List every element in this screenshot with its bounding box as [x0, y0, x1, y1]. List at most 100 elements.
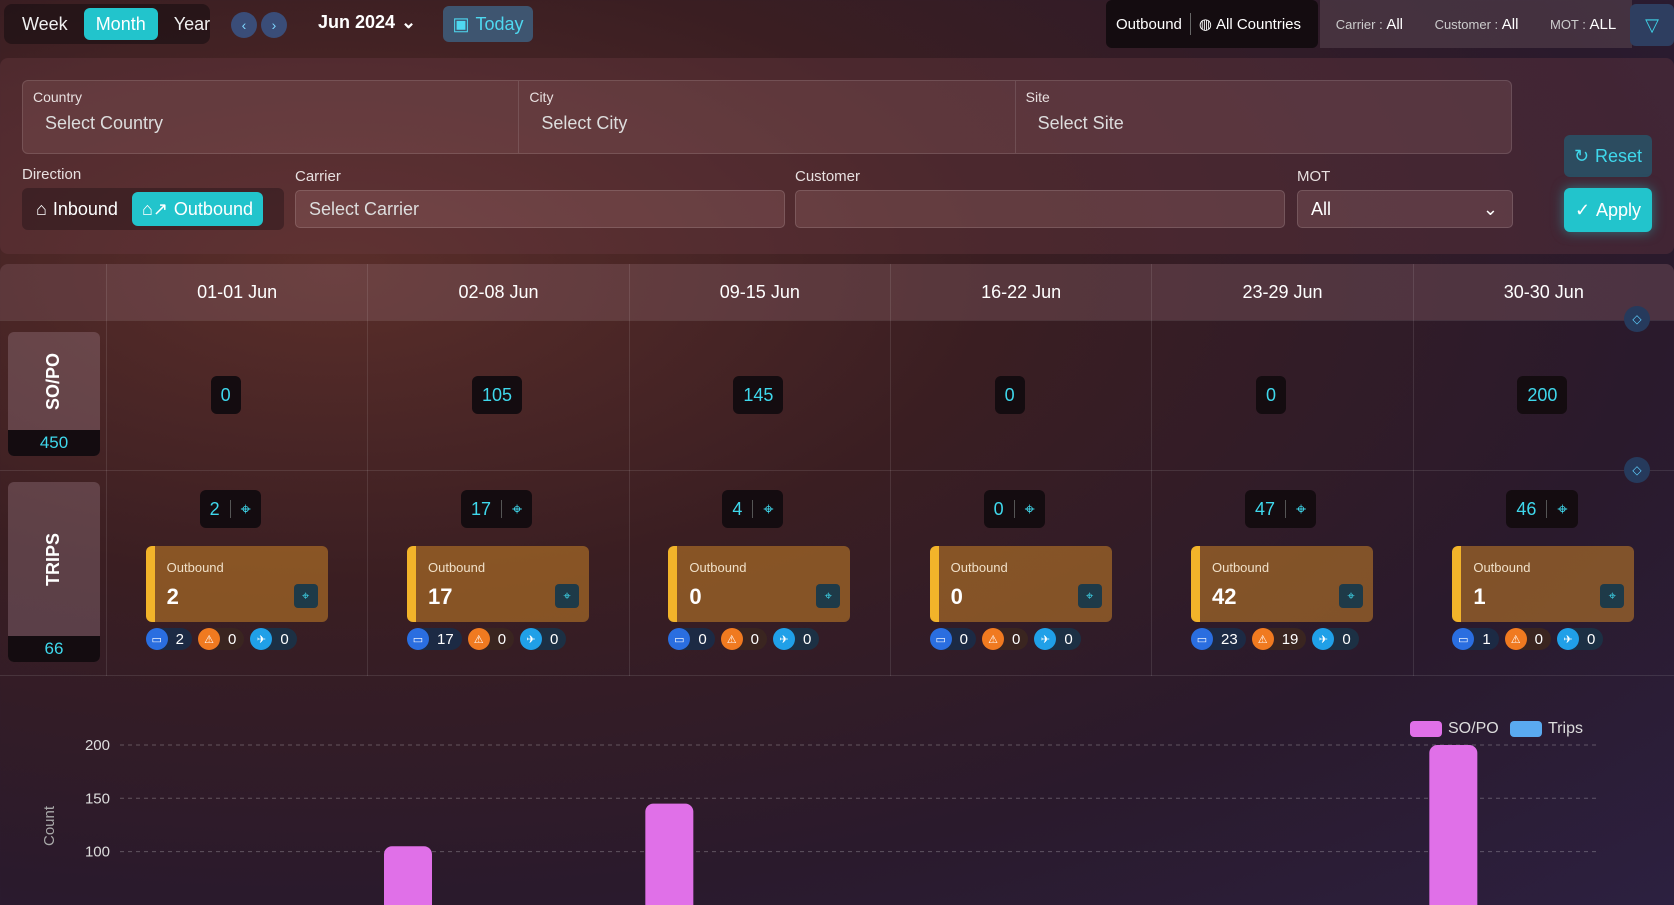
summary-mot: MOT : ALL: [1550, 16, 1616, 33]
sopo-count-badge[interactable]: 0: [994, 376, 1025, 414]
outbound-card[interactable]: Outbound 0 ⌖: [929, 546, 1112, 622]
alert-chip[interactable]: ⚠ 0: [467, 628, 515, 650]
country-label: Country: [33, 89, 83, 105]
truck-chip[interactable]: ▭ 1: [1452, 628, 1499, 650]
truck-count: 0: [698, 630, 707, 648]
flight-chip[interactable]: ✈ 0: [520, 628, 567, 650]
flight-chip[interactable]: ✈ 0: [773, 628, 820, 650]
warehouse-outbound-icon: ⌂↗: [141, 198, 168, 219]
collapse-trips-button[interactable]: ◇: [1624, 457, 1650, 483]
view-month-button[interactable]: Month: [83, 8, 158, 40]
sopo-count-badge[interactable]: 0: [1256, 376, 1287, 414]
summary-carrier: Carrier : All: [1336, 16, 1403, 33]
warning-icon: ⚠: [1251, 628, 1274, 650]
mode-chips: ▭ 23 ⚠ 19 ✈ 0: [1191, 628, 1359, 650]
flight-chip[interactable]: ✈ 0: [1034, 628, 1081, 650]
view-year-button[interactable]: Year: [162, 8, 222, 40]
card-title: Outbound: [1212, 560, 1270, 575]
site-select[interactable]: Site Select Site: [1016, 81, 1511, 153]
outbound-card[interactable]: Outbound 42 ⌖: [1191, 546, 1373, 622]
view-switcher: Week Month Year: [4, 4, 210, 44]
sopo-count-badge[interactable]: 0: [210, 376, 241, 414]
prev-period-button[interactable]: ‹: [231, 12, 257, 38]
column-header: 09-15 Jun: [628, 264, 890, 320]
inbound-label: Inbound: [52, 198, 118, 219]
trips-count-badge[interactable]: 46 ⌖: [1506, 490, 1578, 528]
sopo-count-badge[interactable]: 105: [472, 376, 523, 414]
map-pin-icon[interactable]: ⌖: [1077, 584, 1102, 608]
alert-count: 0: [497, 630, 507, 648]
card-title: Outbound: [950, 560, 1008, 575]
map-pin-icon[interactable]: ⌖: [555, 584, 579, 608]
outbound-button[interactable]: ⌂↗ Outbound: [131, 192, 263, 226]
carrier-select[interactable]: Select Carrier: [295, 190, 785, 228]
map-pin-icon[interactable]: ⌖: [1339, 584, 1363, 608]
alert-chip[interactable]: ⚠ 0: [720, 628, 768, 650]
map-pin-icon[interactable]: ⌖: [1600, 584, 1625, 608]
card-value: 0: [950, 584, 963, 609]
collapse-sopo-button[interactable]: ◇: [1624, 306, 1650, 332]
view-week-button[interactable]: Week: [10, 8, 80, 40]
reset-button[interactable]: ↻ Reset: [1564, 135, 1652, 177]
alert-chip[interactable]: ⚠ 19: [1251, 628, 1307, 650]
trips-count-badge[interactable]: 0 ⌖: [983, 490, 1045, 528]
flight-chip[interactable]: ✈ 0: [1557, 628, 1604, 650]
city-select[interactable]: City Select City: [519, 81, 1016, 153]
mot-label: MOT: [1297, 168, 1331, 185]
sopo-count-badge[interactable]: 200: [1517, 376, 1568, 414]
trips-count: 46: [1516, 498, 1537, 519]
alert-chip[interactable]: ⚠ 0: [198, 628, 245, 650]
apply-button[interactable]: ✓ Apply: [1564, 188, 1652, 232]
map-pin-icon[interactable]: ⌖: [816, 584, 841, 608]
truck-chip[interactable]: ▭ 0: [668, 628, 715, 650]
legend-label-sopo: SO/PO: [1448, 720, 1499, 737]
period-label: Jun 2024: [318, 12, 396, 32]
divider: [501, 500, 503, 518]
today-button[interactable]: ▣ Today: [443, 6, 533, 42]
outbound-card[interactable]: Outbound 1 ⌖: [1452, 546, 1635, 622]
trips-count-badge[interactable]: 47 ⌖: [1245, 490, 1317, 528]
truck-chip[interactable]: ▭ 0: [929, 628, 976, 650]
flight-chip[interactable]: ✈ 0: [1312, 628, 1359, 650]
alert-chip[interactable]: ⚠ 0: [982, 628, 1029, 650]
country-select[interactable]: Country Select Country: [23, 81, 520, 153]
outbound-card[interactable]: Outbound 2 ⌖: [145, 546, 328, 622]
customer-input[interactable]: [795, 190, 1285, 228]
sopo-count-badge[interactable]: 145: [733, 376, 784, 414]
direction-indicator: Outbound: [1116, 15, 1182, 33]
truck-chip[interactable]: ▭ 17: [407, 628, 462, 650]
column-divider: [367, 320, 369, 676]
refresh-icon: ↻: [1573, 145, 1590, 166]
location-filters: Country Select Country City Select City …: [22, 80, 1512, 154]
outbound-card[interactable]: Outbound 0 ⌖: [668, 546, 851, 622]
reset-label: Reset: [1595, 145, 1643, 166]
trips-count: 0: [993, 498, 1004, 519]
map-pin-icon[interactable]: ⌖: [293, 584, 318, 608]
map-pin-icon: ⌖: [1557, 498, 1568, 519]
flight-chip[interactable]: ✈ 0: [250, 628, 297, 650]
inbound-button[interactable]: ⌂ Inbound: [26, 192, 128, 226]
alert-count: 0: [228, 630, 237, 648]
outbound-label: Outbound: [173, 198, 253, 219]
trips-count-badge[interactable]: 4 ⌖: [722, 490, 784, 528]
truck-count: 1: [1482, 630, 1491, 648]
alert-count: 0: [1534, 630, 1544, 648]
warehouse-inbound-icon: ⌂: [36, 198, 47, 219]
legend-sopo[interactable]: SO/PO: [1410, 720, 1499, 738]
outbound-card[interactable]: Outbound 17 ⌖: [407, 546, 589, 622]
trips-count-badge[interactable]: 2 ⌖: [199, 490, 261, 528]
chevron-left-icon: ‹: [241, 17, 247, 33]
trips-count-badge[interactable]: 17 ⌖: [461, 490, 533, 528]
y-tick-label: 100: [85, 844, 110, 861]
legend-trips[interactable]: Trips: [1510, 720, 1583, 738]
filter-toggle-button[interactable]: ▽: [1630, 4, 1674, 46]
next-period-button[interactable]: ›: [261, 12, 287, 38]
bar-sopo: [1429, 745, 1478, 905]
mot-select[interactable]: All ⌄: [1297, 190, 1513, 228]
map-pin-icon: ⌖: [1024, 498, 1035, 519]
grid-header: 01-01 Jun 02-08 Jun 09-15 Jun 16-22 Jun …: [106, 264, 1674, 320]
alert-chip[interactable]: ⚠ 0: [1504, 628, 1552, 650]
period-picker[interactable]: Jun 2024 ⌄: [318, 12, 416, 33]
truck-chip[interactable]: ▭ 2: [145, 628, 192, 650]
truck-chip[interactable]: ▭ 23: [1191, 628, 1246, 650]
